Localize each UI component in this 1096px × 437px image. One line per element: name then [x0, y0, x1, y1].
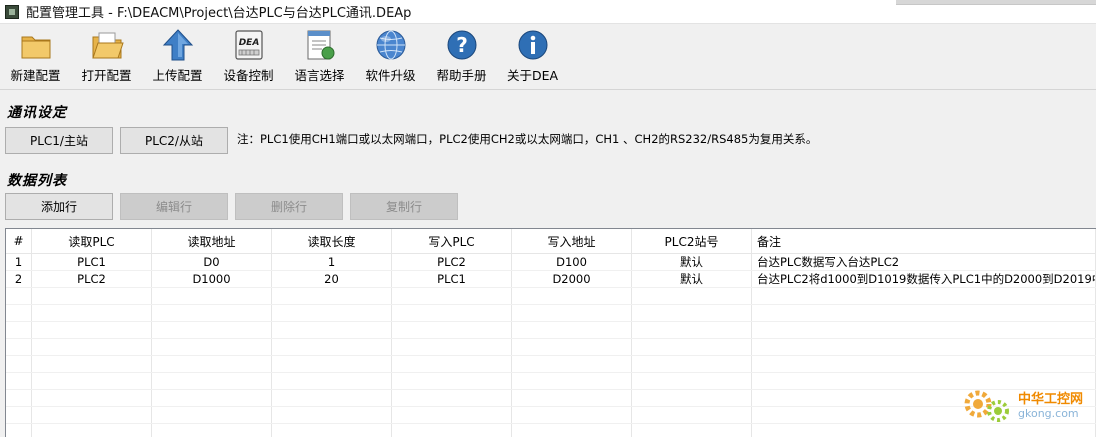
window-title: 配置管理工具 - F:\DEACM\Project\台达PLC与台达PLC通讯.…: [26, 6, 412, 21]
title-bar: 配置管理工具 - F:\DEACM\Project\台达PLC与台达PLC通讯.…: [0, 0, 1096, 24]
copy-row-button[interactable]: 复制行: [350, 193, 458, 220]
cell-read-address: D0: [152, 254, 272, 270]
header-read-length[interactable]: 读取长度: [272, 229, 392, 253]
svg-text:DEA: DEA: [238, 38, 259, 48]
empty-row: [6, 373, 1096, 390]
empty-row: [6, 390, 1096, 407]
cell-index: 2: [6, 271, 32, 287]
table-row[interactable]: 2 PLC2 D1000 20 PLC1 D2000 默认 台达PLC2将d10…: [6, 271, 1096, 288]
comm-settings-title: 通讯设定: [7, 105, 67, 121]
cell-plc2-station: 默认: [632, 271, 752, 287]
open-config-label: 打开配置: [81, 68, 132, 83]
cell-write-plc: PLC1: [392, 271, 512, 287]
cell-read-plc: PLC1: [32, 254, 152, 270]
upload-arrow-icon: [162, 29, 193, 61]
open-config-button[interactable]: 打开配置: [71, 24, 142, 84]
grid-header-row: # 读取PLC 读取地址 读取长度 写入PLC 写入地址 PLC2站号 备注: [6, 229, 1096, 254]
add-row-button[interactable]: 添加行: [5, 193, 113, 220]
empty-row: [6, 288, 1096, 305]
plc1-master-button[interactable]: PLC1/主站: [5, 127, 113, 154]
delete-row-button[interactable]: 删除行: [235, 193, 343, 220]
header-read-plc[interactable]: 读取PLC: [32, 229, 152, 253]
cell-write-address: D2000: [512, 271, 632, 287]
cell-read-length: 1: [272, 254, 392, 270]
empty-row: [6, 356, 1096, 373]
header-index[interactable]: #: [6, 229, 32, 253]
upload-config-label: 上传配置: [152, 68, 203, 83]
svg-text:?: ?: [456, 33, 468, 57]
new-config-label: 新建配置: [10, 68, 61, 83]
language-doc-icon: [307, 30, 334, 60]
about-dea-label: 关于DEA: [506, 68, 559, 83]
cell-read-address: D1000: [152, 271, 272, 287]
data-list-title: 数据列表: [7, 173, 67, 189]
software-upgrade-label: 软件升级: [365, 68, 416, 83]
upload-config-button[interactable]: 上传配置: [142, 24, 213, 84]
cell-read-plc: PLC2: [32, 271, 152, 287]
cell-write-address: D100: [512, 254, 632, 270]
empty-row: [6, 424, 1096, 437]
app-icon: [5, 4, 19, 19]
table-row[interactable]: 1 PLC1 D0 1 PLC2 D100 默认 台达PLC数据写入台达PLC2: [6, 254, 1096, 271]
about-dea-button[interactable]: 关于DEA: [497, 24, 568, 84]
toolbar-divider: [0, 89, 1096, 90]
cell-remark: 台达PLC数据写入台达PLC2: [752, 254, 1096, 270]
new-config-button[interactable]: 新建配置: [0, 24, 71, 84]
plc2-slave-button[interactable]: PLC2/从站: [120, 127, 228, 154]
globe-icon: [376, 30, 405, 60]
language-select-label: 语言选择: [294, 68, 345, 83]
dea-device-icon: DEA: [234, 30, 263, 60]
cell-index: 1: [6, 254, 32, 270]
cell-write-plc: PLC2: [392, 254, 512, 270]
empty-row: [6, 305, 1096, 322]
help-manual-label: 帮助手册: [436, 68, 487, 83]
header-write-plc[interactable]: 写入PLC: [392, 229, 512, 253]
folder-new-icon: [21, 36, 50, 59]
header-remark[interactable]: 备注: [752, 229, 1096, 253]
empty-row: [6, 339, 1096, 356]
empty-row: [6, 407, 1096, 424]
empty-row: [6, 322, 1096, 339]
cell-plc2-station: 默认: [632, 254, 752, 270]
toolbar: 新建配置 打开配置 上传配置 DEA 设备控制 语言选择 软件升级 ? 帮助手册…: [0, 24, 1096, 84]
data-grid[interactable]: # 读取PLC 读取地址 读取长度 写入PLC 写入地址 PLC2站号 备注 1…: [5, 228, 1096, 437]
cell-remark: 台达PLC2将d1000到D1019数据传入PLC1中的D2000到D2019中: [752, 271, 1096, 287]
info-icon: [518, 30, 547, 60]
device-control-label: 设备控制: [223, 68, 274, 83]
header-plc2-station[interactable]: PLC2站号: [632, 229, 752, 253]
header-write-address[interactable]: 写入地址: [512, 229, 632, 253]
help-manual-button[interactable]: ? 帮助手册: [426, 24, 497, 84]
title-bar-corner: [896, 0, 1096, 5]
edit-row-button[interactable]: 编辑行: [120, 193, 228, 220]
software-upgrade-button[interactable]: 软件升级: [355, 24, 426, 84]
language-select-button[interactable]: 语言选择: [284, 24, 355, 84]
header-read-address[interactable]: 读取地址: [152, 229, 272, 253]
cell-read-length: 20: [272, 271, 392, 287]
device-control-button[interactable]: DEA 设备控制: [213, 24, 284, 84]
folder-open-icon: [91, 32, 124, 59]
help-icon: ?: [447, 30, 476, 60]
comm-note: 注：PLC1使用CH1端口或以太网端口，PLC2使用CH2或以太网端口，CH1 …: [237, 132, 818, 146]
